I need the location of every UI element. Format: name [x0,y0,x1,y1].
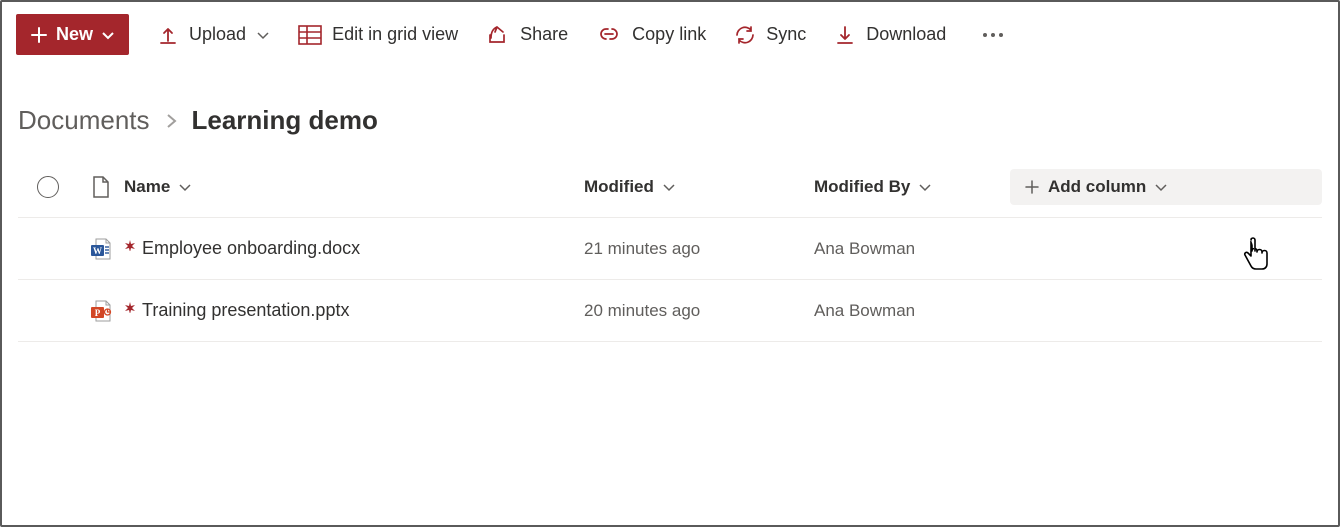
circle-icon [37,176,59,198]
command-toolbar: New Upload Edit in grid view Share Copy … [2,2,1338,67]
copy-link-button[interactable]: Copy link [596,18,706,51]
new-badge-icon [124,236,134,246]
new-button-label: New [56,24,93,45]
filetype-column-header[interactable] [78,176,124,198]
download-button[interactable]: Download [834,18,946,52]
link-icon [596,25,622,45]
modified-value: 20 minutes ago [584,301,700,320]
share-icon [486,24,510,46]
upload-label: Upload [189,24,246,45]
word-file-icon: W [89,237,113,261]
plus-icon [30,26,48,44]
chevron-down-icon [256,28,270,42]
powerpoint-file-icon: P [89,299,113,323]
download-icon [834,24,856,46]
file-list: Name Modified Modified By Add column [2,156,1338,342]
modified-value: 21 minutes ago [584,239,700,258]
download-label: Download [866,24,946,45]
chevron-down-icon [1154,180,1168,194]
modified-column-header[interactable]: Modified [584,177,676,197]
name-column-label: Name [124,177,170,197]
list-header-row: Name Modified Modified By Add column [18,156,1322,218]
upload-button[interactable]: Upload [157,18,270,52]
file-name-link[interactable]: Training presentation.pptx [142,300,349,321]
grid-icon [298,25,322,45]
modified-by-column-header[interactable]: Modified By [814,177,932,197]
breadcrumb-current: Learning demo [192,105,378,136]
select-all-toggle[interactable] [18,176,78,198]
chevron-down-icon [918,180,932,194]
svg-text:W: W [93,246,102,256]
chevron-down-icon [178,180,192,194]
edit-grid-button[interactable]: Edit in grid view [298,18,458,51]
ellipsis-icon [982,32,1004,38]
table-row[interactable]: W Employee onboarding.docx 21 minutes ag… [18,218,1322,280]
chevron-down-icon [101,28,115,42]
sync-icon [734,24,756,46]
svg-text:P: P [95,308,101,318]
edit-grid-label: Edit in grid view [332,24,458,45]
share-label: Share [520,24,568,45]
copy-link-label: Copy link [632,24,706,45]
chevron-down-icon [662,180,676,194]
file-name-link[interactable]: Employee onboarding.docx [142,238,360,259]
modified-by-value: Ana Bowman [814,301,915,320]
upload-icon [157,24,179,46]
file-type-icon: W [78,237,124,261]
name-column-header[interactable]: Name [124,177,192,197]
file-icon [92,176,110,198]
new-badge-icon [124,298,134,308]
plus-icon [1024,179,1040,195]
modified-by-value: Ana Bowman [814,239,915,258]
new-button[interactable]: New [16,14,129,55]
add-column-label: Add column [1048,177,1146,197]
more-actions-button[interactable] [974,26,1012,44]
sync-label: Sync [766,24,806,45]
sync-button[interactable]: Sync [734,18,806,52]
share-button[interactable]: Share [486,18,568,52]
chevron-right-icon [164,112,178,130]
breadcrumb-parent-link[interactable]: Documents [18,105,150,136]
add-column-button[interactable]: Add column [1010,169,1322,205]
modified-by-column-label: Modified By [814,177,910,197]
breadcrumb: Documents Learning demo [2,67,1338,156]
file-type-icon: P [78,299,124,323]
modified-column-label: Modified [584,177,654,197]
table-row[interactable]: P Training presentation.pptx 20 minutes … [18,280,1322,342]
